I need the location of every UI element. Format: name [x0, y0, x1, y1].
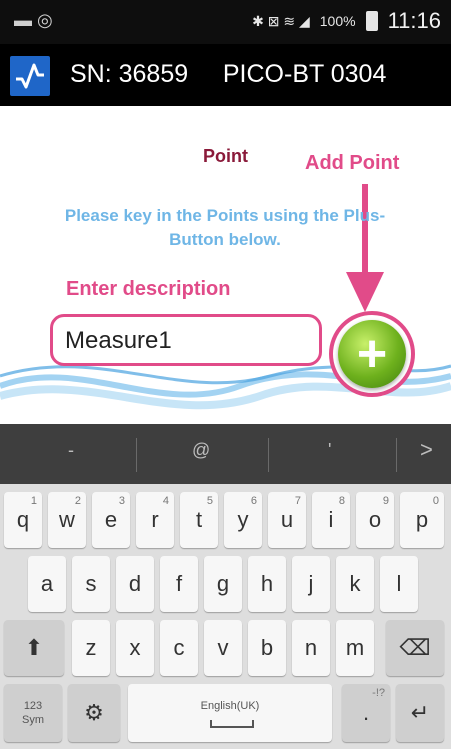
key-s[interactable]: s	[72, 556, 110, 612]
instruction-text: Please key in the Points using the Plus-…	[64, 206, 386, 249]
suggestion-dash[interactable]: -	[68, 440, 74, 461]
keyboard-settings-key[interactable]: ⚙	[68, 684, 120, 742]
key-h[interactable]: h	[248, 556, 286, 612]
key-n[interactable]: n	[292, 620, 330, 676]
key-u[interactable]: 7u	[268, 492, 306, 548]
key-c[interactable]: c	[160, 620, 198, 676]
suggestion-divider	[136, 438, 137, 472]
key-i[interactable]: 8i	[312, 492, 350, 548]
space-bar-icon	[210, 720, 254, 728]
period-key[interactable]: -!? .	[342, 684, 390, 742]
key-w[interactable]: 2w	[48, 492, 86, 548]
enter-description-label: Enter description	[66, 278, 231, 300]
key-z[interactable]: z	[72, 620, 110, 676]
app-logo-icon[interactable]	[10, 56, 50, 96]
suggestion-expand-icon[interactable]: >	[420, 437, 433, 463]
status-bar: ▬ ◎ ✱ ⊠ ≋ ◢ 100% 11:16	[0, 0, 451, 44]
backspace-icon: ⌫	[399, 635, 431, 660]
enter-key[interactable]: ↵	[396, 684, 444, 742]
status-icons: ✱ ⊠ ≋ ◢	[252, 12, 310, 29]
suggestion-at[interactable]: @	[192, 440, 210, 461]
key-d[interactable]: d	[116, 556, 154, 612]
gear-icon: ⚙	[84, 700, 104, 725]
key-o[interactable]: 9o	[356, 492, 394, 548]
suggestion-divider	[396, 438, 397, 472]
symbols-key[interactable]: 123 Sym	[4, 684, 62, 742]
suggestion-apostrophe[interactable]: '	[328, 440, 331, 461]
suggestion-divider	[268, 438, 269, 472]
status-right-group: ✱ ⊠ ≋ ◢ 100% 11:16	[252, 8, 441, 34]
clock-time: 11:16	[387, 8, 441, 33]
app-title: SN: 36859 PICO-BT 0304	[70, 60, 387, 88]
enter-icon: ↵	[410, 700, 430, 725]
key-r[interactable]: 4r	[136, 492, 174, 548]
description-input[interactable]: Measure1	[50, 314, 322, 366]
space-key[interactable]: English(UK)	[128, 684, 332, 742]
key-x[interactable]: x	[116, 620, 154, 676]
notification-icons: ▬ ◎	[14, 10, 53, 30]
shift-icon: ⬆	[24, 635, 44, 660]
key-f[interactable]: f	[160, 556, 198, 612]
key-g[interactable]: g	[204, 556, 242, 612]
key-k[interactable]: k	[336, 556, 374, 612]
add-point-button[interactable]: +	[338, 320, 406, 388]
backspace-key[interactable]: ⌫	[386, 620, 444, 676]
plus-icon: +	[356, 325, 388, 383]
shift-key[interactable]: ⬆	[4, 620, 64, 676]
key-a[interactable]: a	[28, 556, 66, 612]
key-e[interactable]: 3e	[92, 492, 130, 548]
add-point-annotation: Add Point	[305, 152, 400, 174]
battery-icon	[365, 11, 378, 31]
battery-percent: 100%	[319, 13, 356, 29]
key-p[interactable]: 0p	[400, 492, 444, 548]
key-y[interactable]: 6y	[224, 492, 262, 548]
key-v[interactable]: v	[204, 620, 242, 676]
key-q[interactable]: 1q	[4, 492, 42, 548]
key-b[interactable]: b	[248, 620, 286, 676]
key-l[interactable]: l	[380, 556, 418, 612]
key-j[interactable]: j	[292, 556, 330, 612]
key-t[interactable]: 5t	[180, 492, 218, 548]
description-value: Measure1	[65, 327, 172, 354]
suggestion-bar: - @ ' >	[0, 424, 451, 484]
key-m[interactable]: m	[336, 620, 374, 676]
space-language-label: English(UK)	[200, 700, 260, 712]
point-entry-panel: Point Add Point Please key in the Points…	[0, 106, 451, 424]
